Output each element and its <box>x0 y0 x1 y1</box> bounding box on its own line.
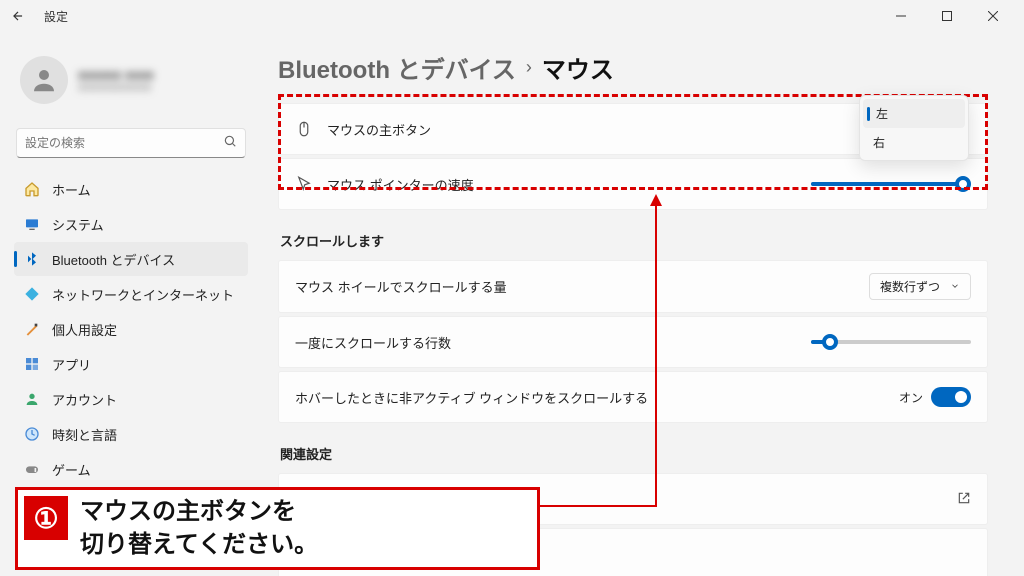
breadcrumb: Bluetooth とデバイス › マウス <box>278 50 988 85</box>
cursor-icon <box>295 175 313 193</box>
user-email: XXXXXXXXXX <box>78 82 154 94</box>
network-icon <box>24 286 40 302</box>
search-icon <box>223 134 237 153</box>
nav-list: ホーム システム Bluetooth とデバイス ネットワークとインターネット … <box>8 168 254 525</box>
user-name: xxxxxx xxxx <box>78 67 154 82</box>
accounts-icon <box>24 391 40 407</box>
gaming-icon <box>24 461 40 477</box>
toggle-state-label: オン <box>899 389 923 406</box>
personalization-icon <box>24 321 40 337</box>
sidebar-item-label: ホーム <box>52 180 91 199</box>
row-label: 一度にスクロールする行数 <box>295 333 797 352</box>
sidebar-item-label: 個人用設定 <box>52 320 117 339</box>
row-label: マウスの主ボタン <box>327 120 847 139</box>
row-label: マウス ホイールでスクロールする量 <box>295 277 855 296</box>
maximize-button[interactable] <box>924 0 970 32</box>
sidebar-item-label: Bluetooth とデバイス <box>52 250 175 269</box>
external-link-icon <box>957 491 971 508</box>
section-title-scroll: スクロールします <box>280 231 988 250</box>
row-label: ホバーしたときに非アクティブ ウィンドウをスクロールする <box>295 388 885 407</box>
search-box[interactable] <box>16 128 246 158</box>
dropdown-value: 複数行ずつ <box>880 278 940 295</box>
sidebar-item-personalization[interactable]: 個人用設定 <box>14 312 248 346</box>
chevron-down-icon <box>950 280 960 294</box>
sidebar-item-bluetooth-devices[interactable]: Bluetooth とデバイス <box>14 242 248 276</box>
sidebar-item-label: 時刻と言語 <box>52 425 117 444</box>
primary-button-dropdown[interactable]: 左 右 <box>859 95 969 161</box>
sidebar-item-label: システム <box>52 215 104 234</box>
sidebar-item-gaming[interactable]: ゲーム <box>14 452 248 486</box>
breadcrumb-parent[interactable]: Bluetooth とデバイス <box>278 50 516 85</box>
row-lines-per-scroll: 一度にスクロールする行数 <box>278 316 988 368</box>
minimize-button[interactable] <box>878 0 924 32</box>
lines-per-scroll-slider[interactable] <box>811 340 971 344</box>
primary-button-option-right[interactable]: 右 <box>863 128 965 157</box>
close-button[interactable] <box>970 0 1016 32</box>
section-title-related: 関連設定 <box>280 444 988 463</box>
sidebar-item-time-language[interactable]: 時刻と言語 <box>14 417 248 451</box>
sidebar-item-label: アカウント <box>52 390 117 409</box>
sidebar-item-accounts[interactable]: アカウント <box>14 382 248 416</box>
bluetooth-icon <box>24 251 40 267</box>
sidebar-item-system[interactable]: システム <box>14 207 248 241</box>
avatar <box>20 56 68 104</box>
scroll-amount-dropdown[interactable]: 複数行ずつ <box>869 273 971 300</box>
annotation-text: マウスの主ボタンを 切り替えてください。 <box>80 496 318 561</box>
row-scroll-amount[interactable]: マウス ホイールでスクロールする量 複数行ずつ <box>278 260 988 313</box>
chevron-right-icon: › <box>526 57 532 78</box>
primary-button-option-left[interactable]: 左 <box>863 99 965 128</box>
pointer-speed-slider[interactable] <box>811 182 971 186</box>
sidebar-item-label: アプリ <box>52 355 91 374</box>
apps-icon <box>24 356 40 372</box>
annotation-step-number: ① <box>24 496 68 540</box>
window-title: 設定 <box>44 8 68 25</box>
system-icon <box>24 216 40 232</box>
sidebar-item-label: ネットワークとインターネット <box>52 285 234 304</box>
sidebar-item-apps[interactable]: アプリ <box>14 347 248 381</box>
sidebar-item-network[interactable]: ネットワークとインターネット <box>14 277 248 311</box>
annotation-callout: ① マウスの主ボタンを 切り替えてください。 <box>15 487 540 570</box>
mouse-icon <box>295 120 313 138</box>
row-pointer-speed: マウス ポインターの速度 <box>278 158 988 210</box>
row-label: マウス ポインターの速度 <box>327 175 797 194</box>
breadcrumb-current: マウス <box>542 50 614 85</box>
user-block[interactable]: xxxxxx xxxx XXXXXXXXXX <box>8 40 254 128</box>
sidebar-item-home[interactable]: ホーム <box>14 172 248 206</box>
row-hover-scroll: ホバーしたときに非アクティブ ウィンドウをスクロールする オン <box>278 371 988 423</box>
hover-scroll-toggle[interactable] <box>931 387 971 407</box>
time-language-icon <box>24 426 40 442</box>
home-icon <box>24 181 40 197</box>
search-input[interactable] <box>25 136 223 150</box>
back-button[interactable] <box>8 6 28 26</box>
title-bar: 設定 <box>0 0 1024 32</box>
sidebar-item-label: ゲーム <box>52 460 91 479</box>
